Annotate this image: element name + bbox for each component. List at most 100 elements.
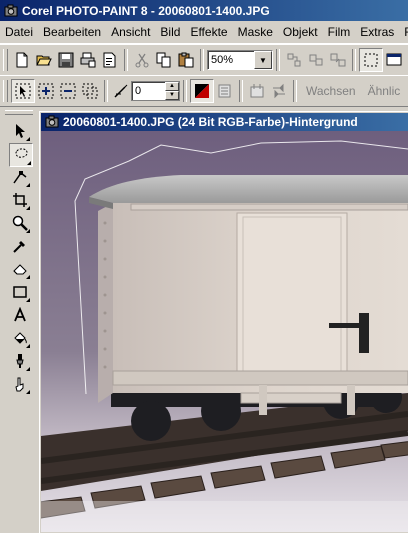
mask-subtract-icon — [60, 83, 76, 99]
toolbar-separator — [293, 80, 297, 102]
mask-overlay-icon — [218, 84, 231, 98]
camera-icon — [45, 115, 59, 128]
flyout-corner-icon — [26, 206, 30, 210]
flyout-corner-icon — [26, 183, 30, 187]
similar-button[interactable]: Ähnlic — [362, 84, 407, 98]
print-preview-button[interactable] — [77, 49, 99, 71]
zoom-value: 50% — [211, 54, 234, 66]
flyout-corner-icon — [26, 137, 30, 141]
toolbox — [0, 106, 38, 532]
document-info-button[interactable] — [99, 49, 121, 71]
mask-transform-button[interactable] — [268, 80, 290, 102]
eraser-tool[interactable] — [9, 258, 31, 280]
menu-maske[interactable]: Maske — [233, 25, 278, 39]
image-canvas[interactable] — [41, 131, 408, 532]
additive-mode-button[interactable] — [35, 80, 57, 102]
object-group-button[interactable] — [305, 49, 327, 71]
arrow-select-icon — [15, 83, 31, 99]
save-button[interactable] — [55, 49, 77, 71]
menu-objekt[interactable]: Objekt — [278, 25, 323, 39]
cut-button[interactable] — [131, 49, 153, 71]
toolbar-grip[interactable] — [3, 80, 8, 102]
save-icon — [58, 52, 74, 68]
object-ungroup-icon — [330, 53, 346, 67]
feather-value[interactable]: 0 — [132, 85, 165, 97]
flyout-corner-icon — [27, 161, 31, 165]
object-ungroup-button[interactable] — [327, 49, 349, 71]
document-title: 20060801-1400.JPG (24 Bit RGB-Farbe)-Hin… — [63, 115, 358, 129]
anti-alias-icon — [195, 84, 209, 98]
toolbar-grip[interactable] — [3, 49, 8, 71]
marquee-icon — [364, 53, 378, 67]
app-title: Corel PHOTO-PAINT 8 - 20060801-1400.JPG — [22, 3, 270, 18]
chevron-down-icon[interactable]: ▼ — [254, 51, 272, 69]
zoom-tool[interactable] — [9, 212, 31, 234]
toolbox-grip[interactable] — [5, 110, 33, 115]
flyout-corner-icon — [26, 367, 30, 371]
grow-button[interactable]: Wachsen — [300, 84, 362, 98]
rectangle-tool[interactable] — [9, 281, 31, 303]
flyout-corner-icon — [26, 390, 30, 394]
text-a-icon — [14, 307, 26, 322]
mask-transform-icon — [273, 83, 285, 99]
mask-settings-icon — [250, 84, 264, 98]
open-file-button[interactable] — [33, 49, 55, 71]
object-nodes-icon — [287, 53, 301, 67]
menu-fenster[interactable]: Fer — [399, 25, 408, 39]
full-screen-icon — [386, 53, 402, 66]
app-title-bar[interactable]: Corel PHOTO-PAINT 8 - 20060801-1400.JPG — [0, 0, 408, 21]
eyedropper-tool[interactable] — [9, 235, 31, 257]
fill-tool[interactable] — [9, 327, 31, 349]
toolbar-separator — [183, 80, 187, 102]
toolbar-separator — [200, 49, 204, 71]
object-group-icon — [309, 54, 323, 66]
effect-tool[interactable] — [9, 373, 31, 395]
flyout-corner-icon — [26, 298, 30, 302]
feather-icon — [114, 84, 128, 98]
subtractive-mode-button[interactable] — [57, 80, 79, 102]
document-info-icon — [103, 52, 116, 68]
copy-icon — [156, 52, 171, 68]
paint-tool[interactable] — [9, 350, 31, 372]
mask-transform-tool[interactable] — [9, 166, 31, 188]
menu-bild[interactable]: Bild — [155, 25, 185, 39]
toolbar-separator — [104, 80, 108, 102]
toolbar-separator — [352, 49, 356, 71]
pick-tool[interactable] — [9, 120, 31, 142]
standard-toolbar: 50% ▼ — [0, 44, 408, 76]
xor-mode-button[interactable] — [79, 80, 101, 102]
document-title-bar[interactable]: 20060801-1400.JPG (24 Bit RGB-Farbe)-Hin… — [41, 113, 408, 131]
paste-button[interactable] — [175, 49, 197, 71]
mask-add-icon — [38, 83, 54, 99]
menu-ansicht[interactable]: Ansicht — [106, 25, 155, 39]
mask-marquee-button[interactable] — [359, 48, 383, 72]
menu-extras[interactable]: Extras — [355, 25, 399, 39]
toolbar-separator — [276, 49, 280, 71]
zoom-combo[interactable]: 50% ▼ — [207, 50, 273, 70]
flyout-corner-icon — [26, 344, 30, 348]
normal-mode-button[interactable] — [11, 79, 35, 103]
spin-up-icon[interactable]: ▲ — [165, 82, 179, 91]
toolbar-separator — [239, 80, 243, 102]
photo-freight-car — [41, 131, 408, 532]
text-tool[interactable] — [9, 304, 31, 326]
copy-button[interactable] — [153, 49, 175, 71]
camera-icon — [4, 4, 18, 16]
spin-down-icon[interactable]: ▼ — [165, 91, 179, 100]
menu-film[interactable]: Film — [323, 25, 356, 39]
feather-spinner[interactable]: 0 ▲ ▼ — [131, 81, 180, 101]
mask-settings-button[interactable] — [246, 80, 268, 102]
full-screen-button[interactable] — [383, 49, 405, 71]
lasso-mask-tool[interactable] — [9, 143, 33, 167]
menu-datei[interactable]: Datei — [0, 25, 38, 39]
flyout-corner-icon — [26, 229, 30, 233]
menu-effekte[interactable]: Effekte — [185, 25, 232, 39]
new-file-button[interactable] — [11, 49, 33, 71]
anti-alias-button[interactable] — [190, 79, 214, 103]
mask-overlay-button[interactable] — [214, 80, 236, 102]
object-combine-button[interactable] — [283, 49, 305, 71]
menu-bearbeiten[interactable]: Bearbeiten — [38, 25, 106, 39]
menu-bar: Datei Bearbeiten Ansicht Bild Effekte Ma… — [0, 21, 408, 44]
flyout-corner-icon — [26, 275, 30, 279]
crop-tool[interactable] — [9, 189, 31, 211]
